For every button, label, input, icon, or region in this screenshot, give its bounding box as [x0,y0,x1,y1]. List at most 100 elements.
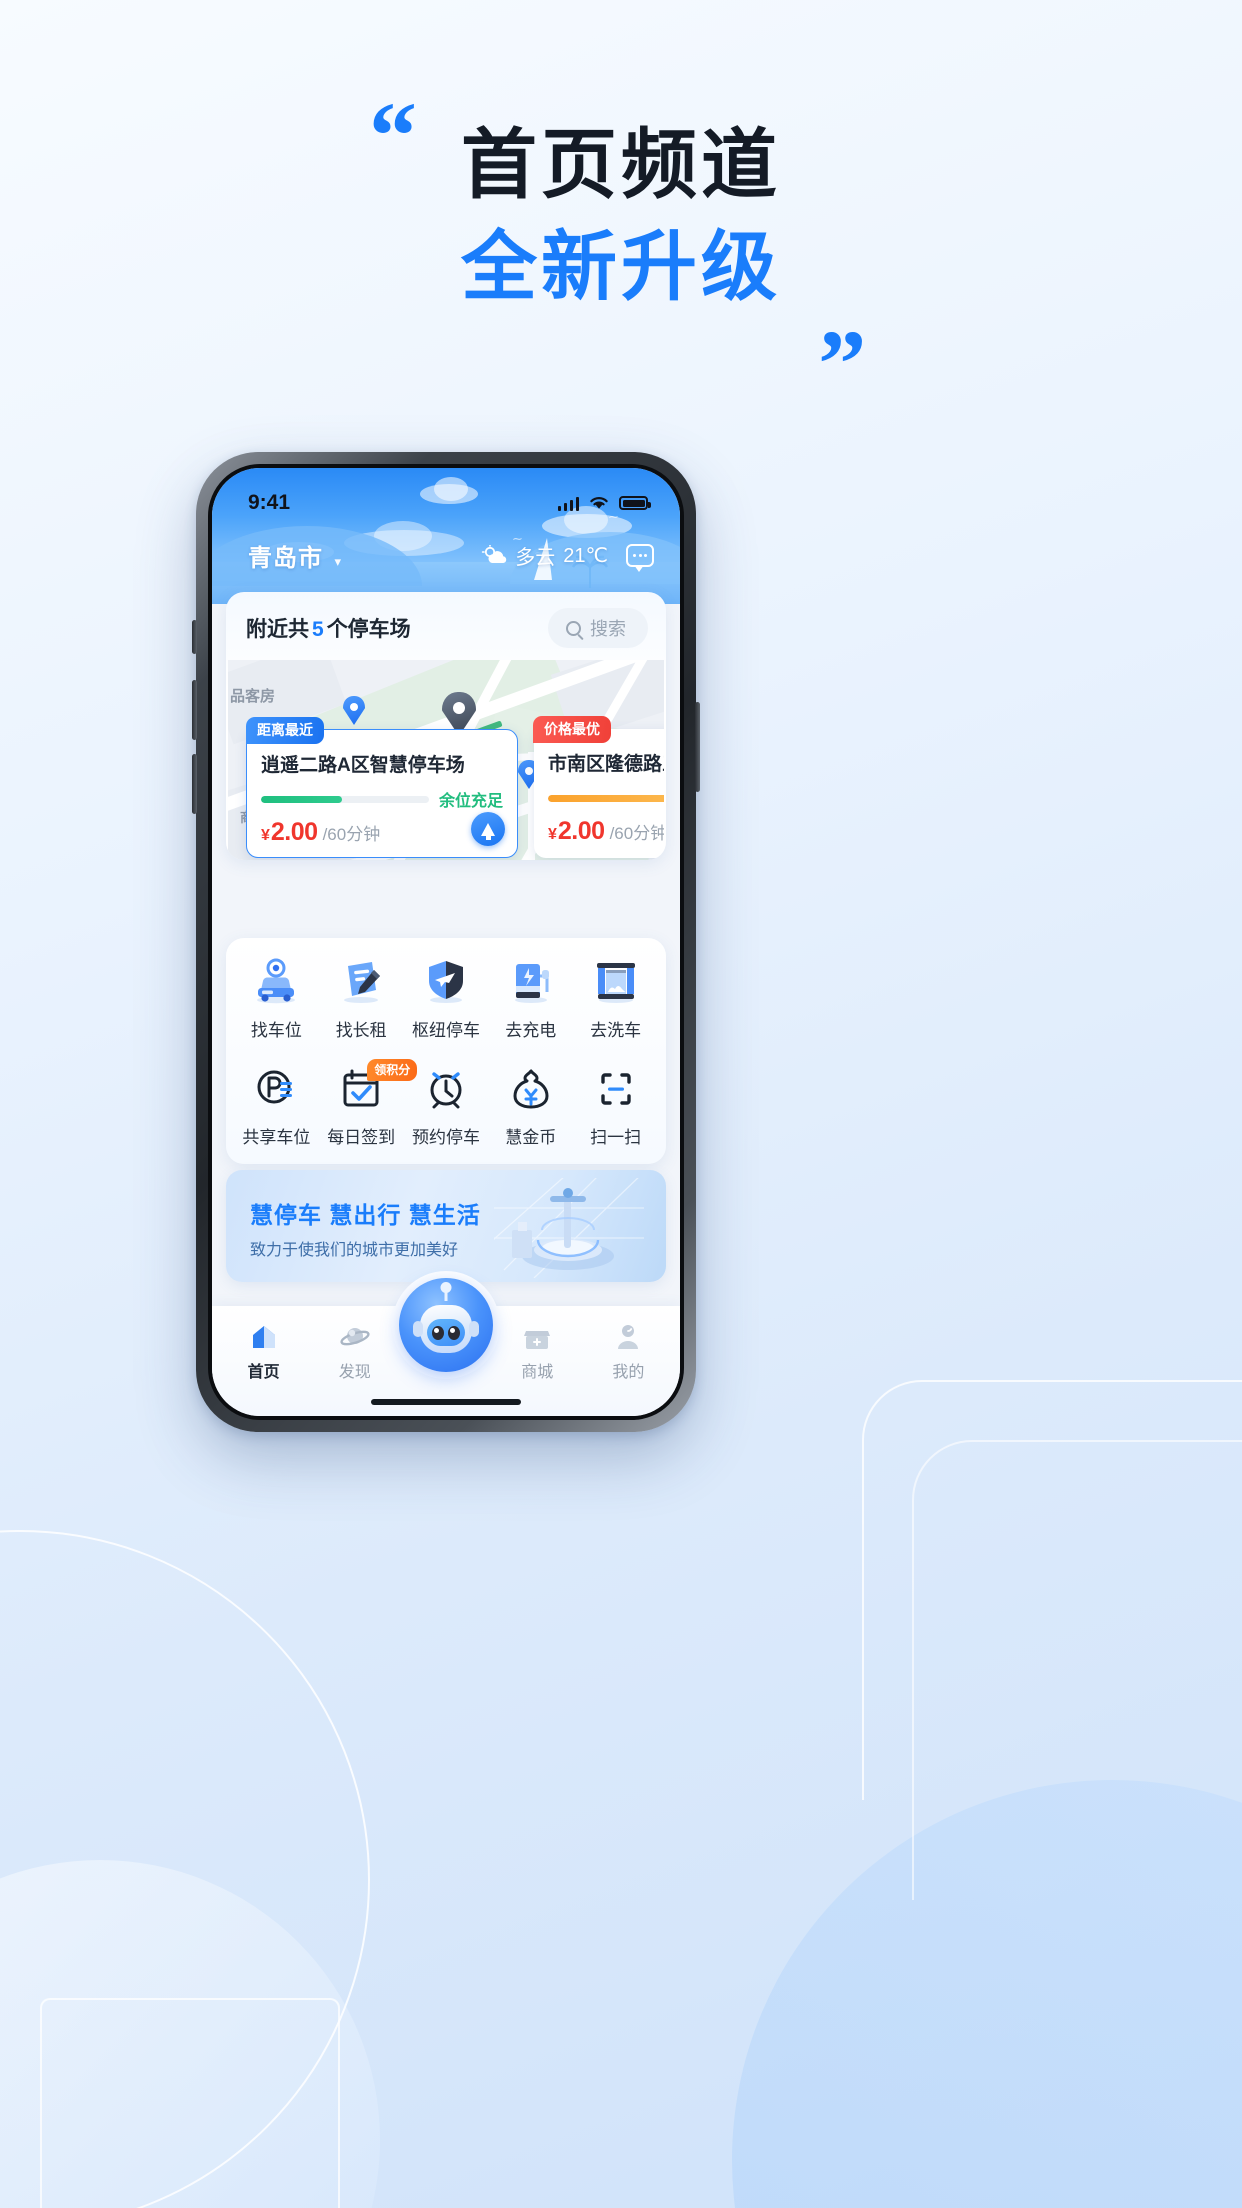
parking-card-badge: 距离最近 [246,717,324,744]
quote-close-mark: „ [819,260,867,367]
search-icon [566,620,581,636]
weather-condition: 多云 [515,547,556,569]
price-unit: /60分钟 [609,824,664,843]
parking-card[interactable]: 价格最优 市南区隆德路三… 余… ¥ 2.00 /60分钟 [533,716,664,858]
nearby-prefix: 附近共 [246,618,309,641]
quick-actions-row-2: 共享车位 领积分 每日签到 预约停车 慧金币 扫一扫 [234,1059,658,1148]
phone-mute-switch [192,620,197,654]
search-input[interactable]: 搜索 [548,608,648,648]
weather-widget[interactable]: 多云 21℃ [481,541,654,572]
find-parking-car-icon [249,956,303,1006]
quick-action-car-wash[interactable]: 去洗车 [573,956,658,1041]
promo-line-2: 全新升级 [461,225,781,310]
parking-card[interactable]: 距离最近 逍遥二路A区智慧停车场 余位充足 ¥ 2.00 /60分钟 [246,717,518,858]
quick-action-label: 找车位 [250,1021,302,1040]
promo-headline: “ 首页频道 全新升级 „ [0,88,1242,362]
status-bar: 9:41 [212,468,680,524]
phone-power-button [695,702,700,792]
availability-bar [261,795,429,803]
promo-banner[interactable]: 慧停车 慧出行 慧生活 致力于使我们的城市更加美好 [226,1170,666,1282]
bg-bottom-rect [40,1998,340,2208]
quick-action-label: 枢纽停车 [411,1021,480,1040]
parking-map[interactable]: 商 品客房 燕儿岛路 45号院 距离最近 逍遥二 [228,660,664,860]
availability-label: 余位充足 [438,793,503,810]
availability-bar [548,794,664,802]
tab-label: 发现 [338,1364,371,1381]
search-placeholder: 搜索 [590,619,626,639]
checkin-points-badge: 领积分 [367,1059,418,1081]
phone-volume-down-button [192,754,197,814]
quick-action-hub-parking[interactable]: 枢纽停车 [404,956,489,1041]
quick-action-label: 预约停车 [411,1128,480,1147]
bottom-tab-bar: 首页 发现 商城 我的 [212,1278,680,1416]
parking-card-name: 市南区隆德路三… [548,754,664,775]
parking-card-badge: 价格最优 [533,716,611,743]
partly-cloudy-icon [482,544,507,563]
profile-icon [613,1322,643,1352]
quick-action-daily-checkin[interactable]: 领积分 每日签到 [319,1059,418,1148]
navigate-arrow-icon[interactable] [471,812,505,846]
currency-symbol: ¥ [548,826,557,843]
quick-action-label: 去洗车 [590,1021,642,1040]
parking-card-name: 逍遥二路A区智慧停车场 [261,755,465,776]
tab-home[interactable]: 首页 [218,1322,309,1416]
price-unit: /60分钟 [322,825,381,844]
weather-temperature: 21℃ [563,545,608,567]
phone-mockup: ∼ ∼ ∼ ∼ 9:41 [192,452,700,1432]
location-weather-row: 青岛市 ▾ 多云 21℃ [212,524,680,573]
quick-action-charging[interactable]: 去充电 [488,956,573,1041]
quick-action-find-parking[interactable]: 找车位 [234,956,319,1041]
quick-action-scan[interactable]: 扫一扫 [573,1063,658,1148]
phone-screen: ∼ ∼ ∼ ∼ 9:41 [212,468,680,1416]
hui-coin-icon [504,1063,558,1113]
price-value: 2.00 [557,817,605,845]
bg-corner-line-2 [912,1440,1242,1900]
nearby-count: 5 [312,618,324,641]
home-icon [249,1322,279,1352]
quick-action-label: 慧金币 [505,1128,557,1147]
hub-parking-shield-icon [419,956,473,1006]
shared-parking-p-icon [249,1063,303,1113]
app-header-sky: ∼ ∼ ∼ ∼ 9:41 [212,468,680,604]
quick-action-label: 去充电 [505,1021,557,1040]
promo-line-1: 首页频道 [461,123,781,208]
price-value: 2.00 [270,818,318,846]
quote-open-mark: “ [369,82,417,189]
bg-circle-outline [0,1530,370,2208]
quick-action-hui-coin[interactable]: 慧金币 [488,1063,573,1148]
tab-label: 首页 [247,1364,280,1381]
parking-card-list: 距离最近 逍遥二路A区智慧停车场 余位充足 ¥ 2.00 /60分钟 价格最优 … [246,716,664,858]
bg-corner-line-1 [862,1380,1242,1800]
store-icon [522,1322,552,1352]
scan-qr-icon [589,1063,643,1113]
car-wash-icon [589,956,643,1006]
long-rent-contract-icon [334,956,388,1006]
home-indicator [371,1399,521,1405]
quick-action-label: 找长租 [335,1021,387,1040]
discover-planet-icon [340,1322,370,1352]
tab-profile[interactable]: 我的 [583,1322,674,1416]
city-selector[interactable]: 青岛市 ▾ [248,538,341,573]
nearby-suffix: 个停车场 [326,618,411,641]
city-label: 青岛市 [248,545,323,572]
map-pin-icon[interactable] [343,696,365,725]
parking-card-price-row: ¥ 2.00 /60分钟 [261,820,503,845]
signal-bars-icon [557,496,579,511]
smart-parking-gate-illustration [494,1178,644,1278]
quick-action-shared-parking[interactable]: 共享车位 [234,1063,319,1148]
charging-station-icon [504,956,558,1006]
map-label-hotel: 品客房 [230,688,276,705]
quick-action-long-rent[interactable]: 找长租 [319,956,404,1041]
banner-title: 慧停车 慧出行 慧生活 [250,1202,481,1228]
parking-card-price-row: ¥ 2.00 /60分钟 [548,819,664,844]
quick-action-label: 每日签到 [327,1128,396,1147]
message-icon[interactable] [626,544,654,572]
chevron-down-icon: ▾ [334,554,341,569]
bg-circle-left [0,1860,380,2208]
bg-circle-right [732,1780,1242,2208]
reserve-parking-clock-icon [419,1063,473,1113]
quick-action-label: 共享车位 [242,1128,311,1147]
nearby-count-label: 附近共 5 个停车场 [246,613,411,643]
phone-volume-up-button [192,680,197,740]
robot-assistant-icon[interactable] [399,1278,493,1372]
